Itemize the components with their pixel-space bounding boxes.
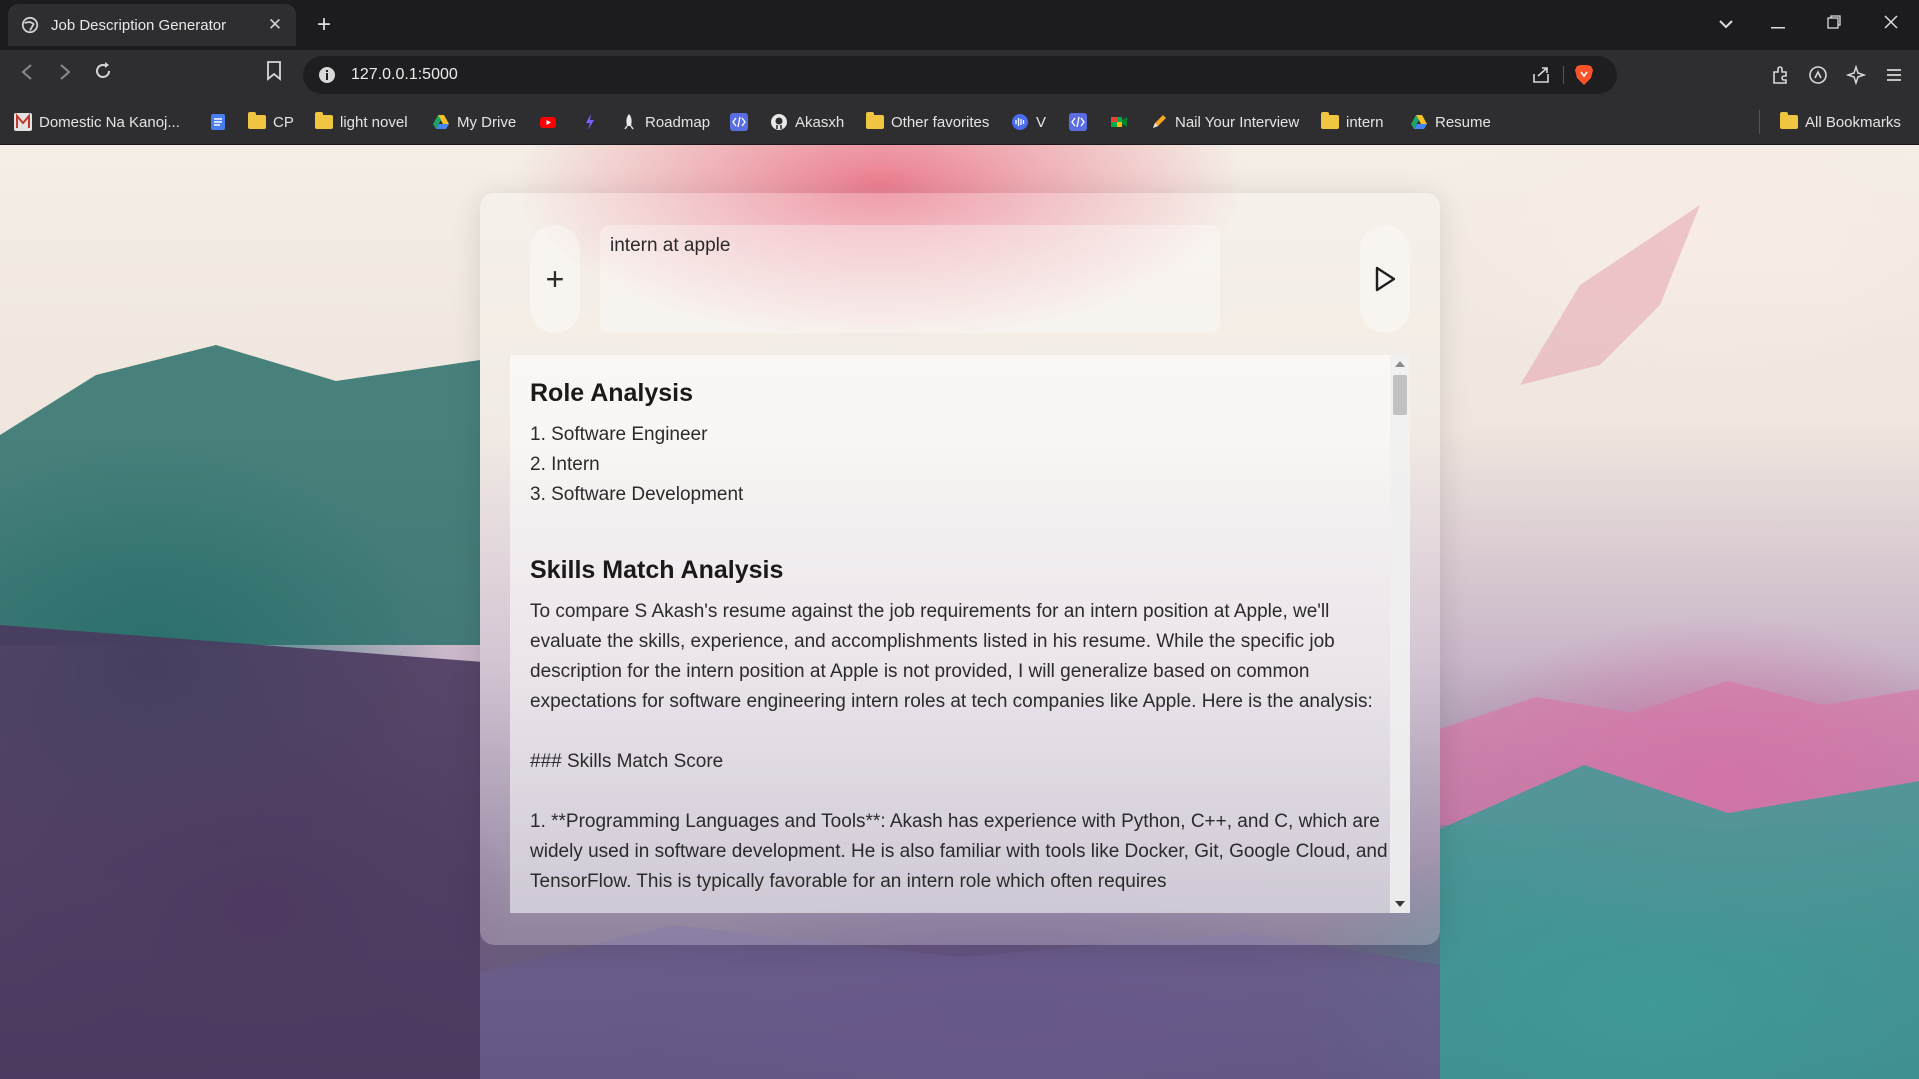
bookmark-docs[interactable] [209,111,234,133]
back-button[interactable] [12,60,42,90]
bookmark-light-novel[interactable]: light novel [315,111,408,133]
skills-score-subheading: ### Skills Match Score [530,751,724,772]
tab-job-description-generator[interactable]: Job Description Generator ✕ [8,4,296,46]
drive-icon [1411,115,1427,129]
valley-bottom [480,925,1440,1079]
programming-languages-paragraph: 1. **Programming Languages and Tools**: … [530,811,1388,892]
folder-icon [248,112,266,129]
github-icon [771,114,787,130]
code-icon [1069,113,1087,131]
role-item: 1. Software Engineer [530,424,708,445]
extensions-icon[interactable] [1770,65,1790,85]
address-bar-divider [1563,66,1564,84]
folder-icon [315,112,333,129]
folder-icon [866,112,884,129]
send-button[interactable] [1360,225,1410,333]
url-text[interactable]: 127.0.0.1:5000 [351,56,458,94]
menu-icon[interactable] [1884,65,1904,85]
bolt-icon [586,114,594,130]
prompt-input[interactable] [600,225,1220,333]
tree-canopy-left [0,345,480,645]
water-right [1440,765,1919,1079]
new-tab-button[interactable]: + [312,10,336,40]
scrollbar-thumb[interactable] [1393,375,1407,415]
result-panel[interactable]: Role Analysis 1. Software Engineer 2. In… [510,355,1410,913]
folder-icon [1321,112,1339,129]
bookmark-resume[interactable]: Resume [1410,111,1491,133]
manga-icon [14,113,32,131]
meet-icon [1111,117,1127,127]
tab-title: Job Description Generator [51,16,227,34]
scroll-down-arrow-icon[interactable] [1395,901,1405,907]
role-item: 2. Intern [530,454,600,475]
bookmark-intern[interactable]: intern [1321,111,1384,133]
close-window-button[interactable] [1876,10,1906,40]
play-icon [1375,266,1396,292]
voice-icon [1012,114,1028,130]
browser-toolbar: 127.0.0.1:5000 [0,50,1919,100]
result-content: Role Analysis 1. Software Engineer 2. In… [530,355,1390,897]
tab-search-dropdown-icon[interactable] [1711,10,1741,40]
bookmark-other-favorites[interactable]: Other favorites [866,111,989,133]
bookmark-roadmap[interactable]: Roadmap [620,111,710,133]
all-bookmarks[interactable]: All Bookmarks [1780,111,1901,133]
plus-icon: + [545,260,565,297]
drive-icon [433,115,449,129]
bookmarks-bar: Domestic Na Kanoj... CP light novel My D… [0,100,1919,145]
bookmark-cp[interactable]: CP [248,111,294,133]
tab-strip: Job Description Generator ✕ + [0,0,1919,50]
scroll-up-arrow-icon[interactable] [1395,361,1405,367]
rocket-icon [624,114,634,130]
bookmark-bolt[interactable] [581,111,606,133]
globe-icon [21,16,39,34]
pen-icon [1153,115,1166,128]
bookmark-nail-your-interview[interactable]: Nail Your Interview [1150,111,1299,133]
share-icon[interactable] [1531,65,1551,85]
bookmark-code-2[interactable] [1069,111,1094,133]
address-bar[interactable]: 127.0.0.1:5000 [303,56,1617,94]
skills-match-heading: Skills Match Analysis [530,556,784,584]
leo-ai-icon[interactable] [1846,65,1866,85]
pink-cloud-right [1520,205,1700,385]
bookmark-page-button[interactable] [259,60,289,90]
result-scrollbar[interactable] [1390,355,1410,913]
skills-intro-paragraph: To compare S Akash's resume against the … [530,601,1373,712]
cliff-left [0,625,480,1079]
add-attachment-button[interactable]: + [530,225,580,333]
youtube-icon [540,117,556,128]
bookmark-meet[interactable] [1110,111,1135,133]
brave-rewards-icon[interactable] [1808,65,1828,85]
minimize-button[interactable] [1763,10,1793,40]
bookmark-akasxh[interactable]: Akasxh [770,111,844,133]
restore-button[interactable] [1819,10,1849,40]
code-icon [730,113,748,131]
tab-close-icon[interactable]: ✕ [264,15,286,35]
reload-button[interactable] [88,60,118,90]
generator-card: + Role Analysis 1. Software Engineer 2. … [480,193,1440,945]
bookmarks-divider [1759,110,1760,134]
bookmark-v[interactable]: V [1011,111,1046,133]
folder-icon [1780,112,1798,129]
bookmark-my-drive[interactable]: My Drive [432,111,516,133]
forward-button[interactable] [50,60,80,90]
site-info-icon[interactable] [317,65,337,85]
brave-shields-icon[interactable] [1574,64,1594,86]
bookmark-youtube[interactable] [539,111,564,133]
role-item: 3. Software Development [530,484,744,505]
bookmark-domestic-na-kanojo[interactable]: Domestic Na Kanoj... [14,111,180,133]
bookmark-code-1[interactable] [730,111,755,133]
role-analysis-heading: Role Analysis [530,379,694,407]
docs-icon [211,114,225,130]
